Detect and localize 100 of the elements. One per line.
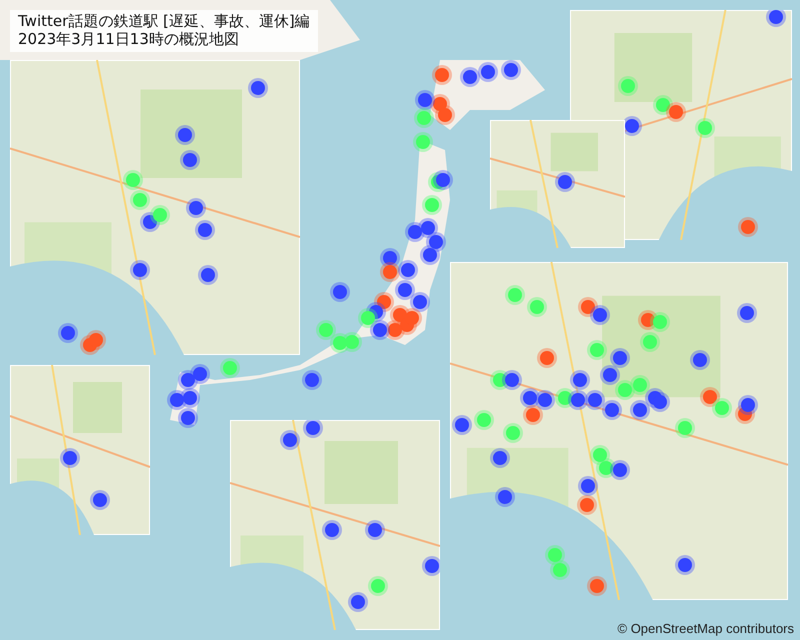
heat-marker xyxy=(330,282,350,302)
heat-marker xyxy=(248,78,268,98)
heat-marker xyxy=(666,102,686,122)
heat-marker xyxy=(280,430,300,450)
heat-marker xyxy=(358,308,378,328)
heat-marker xyxy=(302,370,322,390)
heat-marker xyxy=(555,172,575,192)
heat-marker xyxy=(58,323,78,343)
heat-marker xyxy=(90,490,110,510)
heat-marker xyxy=(410,292,430,312)
heat-marker xyxy=(737,303,757,323)
heat-marker xyxy=(675,418,695,438)
heat-marker xyxy=(700,387,720,407)
heat-marker xyxy=(738,217,758,237)
heat-marker xyxy=(527,297,547,317)
heat-marker xyxy=(433,170,453,190)
heat-marker xyxy=(420,245,440,265)
heat-marker xyxy=(370,320,390,340)
heat-marker xyxy=(520,388,540,408)
heat-marker xyxy=(178,408,198,428)
heat-marker xyxy=(653,95,673,115)
heat-marker xyxy=(413,132,433,152)
heat-marker xyxy=(590,305,610,325)
heat-marker xyxy=(695,118,715,138)
heat-marker xyxy=(478,62,498,82)
heat-marker xyxy=(568,390,588,410)
heat-marker xyxy=(501,60,521,80)
heat-marker xyxy=(630,375,650,395)
heat-marker xyxy=(452,415,472,435)
heat-marker xyxy=(198,265,218,285)
heat-marker xyxy=(503,423,523,443)
heat-marker xyxy=(502,370,522,390)
heat-marker xyxy=(650,312,670,332)
heat-marker xyxy=(368,576,388,596)
map-title: 2023年3月11日13時の概況地図 xyxy=(18,30,240,48)
heat-marker xyxy=(395,280,415,300)
heat-marker xyxy=(505,285,525,305)
heat-marker xyxy=(348,592,368,612)
heat-marker xyxy=(303,420,323,438)
heat-marker xyxy=(490,448,510,468)
heat-marker xyxy=(615,380,635,400)
heat-marker xyxy=(422,556,440,576)
heat-marker xyxy=(180,388,200,408)
heat-marker xyxy=(495,487,515,507)
heat-marker xyxy=(587,340,607,360)
heat-marker xyxy=(766,10,786,27)
map-view[interactable]: Twitter話題の鉄道駅 [遅延、事故、運休]編 2023年3月11日13時の概況地図 © OpenStreetMap contributors xyxy=(0,0,800,640)
heat-marker xyxy=(220,358,240,378)
heat-marker xyxy=(175,125,195,145)
heat-marker xyxy=(650,392,670,412)
heat-marker xyxy=(712,398,732,418)
heat-marker xyxy=(537,348,557,368)
heat-marker xyxy=(600,365,620,385)
heat-marker xyxy=(570,370,590,390)
heat-marker xyxy=(380,248,400,268)
heat-marker xyxy=(322,520,342,540)
heat-marker xyxy=(130,260,150,280)
map-title: Twitter話題の鉄道駅 [遅延、事故、運休]編 xyxy=(18,12,310,30)
heat-marker xyxy=(86,330,106,350)
heat-marker xyxy=(550,560,570,580)
heat-marker xyxy=(587,576,607,596)
heat-marker xyxy=(630,400,650,420)
heat-marker xyxy=(640,332,660,352)
heat-marker xyxy=(610,460,630,480)
heat-marker xyxy=(316,320,336,340)
attribution-text: © OpenStreetMap contributors xyxy=(618,621,794,636)
heat-marker xyxy=(545,545,565,565)
heat-marker xyxy=(690,350,710,370)
heat-marker xyxy=(460,67,480,87)
heat-marker xyxy=(432,65,452,85)
heat-marker xyxy=(380,262,400,282)
heat-marker xyxy=(610,348,630,368)
heat-marker xyxy=(60,448,80,468)
heat-marker xyxy=(123,170,143,190)
heat-marker xyxy=(422,195,442,215)
heat-marker xyxy=(365,520,385,540)
heat-marker xyxy=(385,320,405,340)
heat-marker xyxy=(602,400,622,420)
heat-marker xyxy=(330,333,350,353)
heat-marker xyxy=(415,90,435,110)
heat-marker xyxy=(130,190,150,210)
heat-marker xyxy=(178,370,198,390)
heat-marker xyxy=(523,405,543,425)
heat-marker xyxy=(435,105,455,125)
heat-marker xyxy=(577,495,597,515)
heat-marker xyxy=(150,205,170,225)
heat-marker xyxy=(474,410,494,430)
heat-marker xyxy=(596,458,616,478)
heat-marker xyxy=(186,198,206,218)
heat-marker xyxy=(535,390,555,410)
heat-marker xyxy=(414,108,434,128)
heat-marker xyxy=(675,555,695,575)
heat-marker xyxy=(405,222,425,242)
heat-marker xyxy=(585,390,605,410)
heat-marker xyxy=(738,395,758,415)
heat-marker xyxy=(398,260,418,280)
heat-marker xyxy=(578,476,598,496)
heat-marker xyxy=(180,150,200,170)
heat-marker xyxy=(195,220,215,240)
heat-marker xyxy=(618,76,638,96)
